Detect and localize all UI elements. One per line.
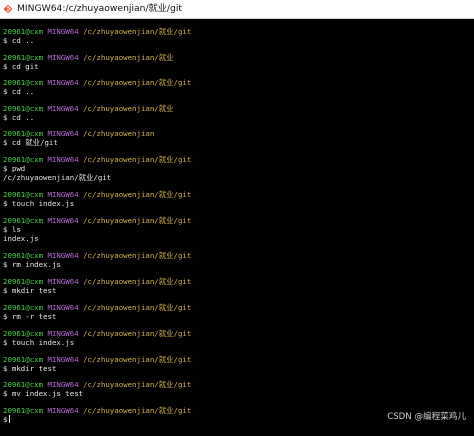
command-line: $ touch index.js — [3, 338, 75, 347]
command-line: $ rm index.js — [3, 260, 61, 269]
command-line: $ ls — [3, 225, 21, 234]
prompt-host: MINGW64 — [47, 251, 79, 260]
prompt-user: 20961@cxm — [3, 129, 44, 138]
prompt-path: /c/zhuyaowenjian/就业/git — [83, 355, 192, 364]
prompt-host: MINGW64 — [47, 303, 79, 312]
window-title: MINGW64:/c/zhuyaowenjian/就业/git — [17, 3, 182, 14]
prompt-path: /c/zhuyaowenjian/就业/git — [83, 78, 192, 87]
prompt-host: MINGW64 — [47, 129, 79, 138]
prompt-user: 20961@cxm — [3, 329, 44, 338]
prompt-user: 20961@cxm — [3, 303, 44, 312]
prompt-user: 20961@cxm — [3, 155, 44, 164]
prompt-line: 20961@cxm MINGW64 /c/zhuyaowenjian/就业/gi… — [3, 277, 191, 286]
prompt-line: 20961@cxm MINGW64 /c/zhuyaowenjian/就业/gi… — [3, 155, 191, 164]
command-line: $ mv index.js test — [3, 389, 84, 398]
prompt-path: /c/zhuyaowenjian/就业/git — [83, 406, 192, 415]
prompt-user: 20961@cxm — [3, 406, 44, 415]
active-prompt-line[interactable]: $ — [3, 415, 11, 424]
command-line: $ cd .. — [3, 36, 35, 45]
prompt-host: MINGW64 — [47, 104, 79, 113]
git-bash-icon — [3, 4, 13, 14]
prompt-path: /c/zhuyaowenjian/就业 — [83, 104, 174, 113]
prompt-path: /c/zhuyaowenjian/就业/git — [83, 27, 192, 36]
prompt-user: 20961@cxm — [3, 190, 44, 199]
prompt-path: /c/zhuyaowenjian/就业/git — [83, 155, 192, 164]
command-line: $ pwd — [3, 164, 26, 173]
prompt-line: 20961@cxm MINGW64 /c/zhuyaowenjian/就业 — [3, 53, 174, 62]
text-cursor — [9, 415, 11, 423]
prompt-path: /c/zhuyaowenjian/就业/git — [83, 329, 192, 338]
prompt-host: MINGW64 — [47, 78, 79, 87]
prompt-user: 20961@cxm — [3, 78, 44, 87]
command-line: $ cd .. — [3, 113, 35, 122]
prompt-line: 20961@cxm MINGW64 /c/zhuyaowenjian/就业/gi… — [3, 355, 191, 364]
prompt-host: MINGW64 — [47, 27, 79, 36]
prompt-host: MINGW64 — [47, 406, 79, 415]
command-output: /c/zhuyaowenjian/就业/git — [3, 173, 112, 182]
prompt-path: /c/zhuyaowenjian/就业/git — [83, 380, 192, 389]
command-line: $ cd git — [3, 62, 39, 71]
prompt-user: 20961@cxm — [3, 251, 44, 260]
prompt-host: MINGW64 — [47, 355, 79, 364]
command-line: $ mkdir test — [3, 364, 57, 373]
prompt-host: MINGW64 — [47, 53, 79, 62]
prompt-user: 20961@cxm — [3, 27, 44, 36]
prompt-line: 20961@cxm MINGW64 /c/zhuyaowenjian/就业/gi… — [3, 216, 191, 225]
prompt-path: /c/zhuyaowenjian — [83, 129, 155, 138]
prompt-line: 20961@cxm MINGW64 /c/zhuyaowenjian/就业/gi… — [3, 78, 191, 87]
prompt-path: /c/zhuyaowenjian/就业/git — [83, 251, 192, 260]
prompt-line: 20961@cxm MINGW64 /c/zhuyaowenjian/就业 — [3, 104, 174, 113]
command-line: $ cd .. — [3, 87, 35, 96]
watermark: CSDN @编程菜鸡儿 — [387, 412, 466, 422]
command-output: index.js — [3, 234, 39, 243]
prompt-host: MINGW64 — [47, 216, 79, 225]
prompt-path: /c/zhuyaowenjian/就业/git — [83, 190, 192, 199]
command-line: $ rm -r test — [3, 312, 57, 321]
terminal-area[interactable]: 20961@cxm MINGW64 /c/zhuyaowenjian/就业/gi… — [0, 22, 474, 436]
command-line: $ touch index.js — [3, 199, 75, 208]
prompt-line: 20961@cxm MINGW64 /c/zhuyaowenjian/就业/gi… — [3, 251, 191, 260]
title-bar[interactable]: MINGW64:/c/zhuyaowenjian/就业/git — [0, 0, 474, 19]
prompt-user: 20961@cxm — [3, 53, 44, 62]
prompt-host: MINGW64 — [47, 155, 79, 164]
prompt-host: MINGW64 — [47, 190, 79, 199]
prompt-path: /c/zhuyaowenjian/就业/git — [83, 277, 192, 286]
prompt-host: MINGW64 — [47, 329, 79, 338]
prompt-host: MINGW64 — [47, 380, 79, 389]
prompt-path: /c/zhuyaowenjian/就业/git — [83, 216, 192, 225]
prompt-line: 20961@cxm MINGW64 /c/zhuyaowenjian/就业/gi… — [3, 406, 191, 415]
prompt-user: 20961@cxm — [3, 104, 44, 113]
prompt-line: 20961@cxm MINGW64 /c/zhuyaowenjian/就业/gi… — [3, 190, 191, 199]
prompt-line: 20961@cxm MINGW64 /c/zhuyaowenjian — [3, 129, 154, 138]
command-line: $ cd 就业/git — [3, 138, 58, 147]
terminal-window: MINGW64:/c/zhuyaowenjian/就业/git 20961@cx… — [0, 0, 474, 436]
prompt-line: 20961@cxm MINGW64 /c/zhuyaowenjian/就业/gi… — [3, 27, 191, 36]
command-line: $ — [3, 415, 8, 424]
prompt-user: 20961@cxm — [3, 380, 44, 389]
prompt-user: 20961@cxm — [3, 216, 44, 225]
prompt-user: 20961@cxm — [3, 277, 44, 286]
command-line: $ mkdir test — [3, 286, 57, 295]
prompt-line: 20961@cxm MINGW64 /c/zhuyaowenjian/就业/gi… — [3, 303, 191, 312]
prompt-line: 20961@cxm MINGW64 /c/zhuyaowenjian/就业/gi… — [3, 380, 191, 389]
prompt-user: 20961@cxm — [3, 355, 44, 364]
prompt-host: MINGW64 — [47, 277, 79, 286]
prompt-path: /c/zhuyaowenjian/就业 — [83, 53, 174, 62]
prompt-path: /c/zhuyaowenjian/就业/git — [83, 303, 192, 312]
prompt-line: 20961@cxm MINGW64 /c/zhuyaowenjian/就业/gi… — [3, 329, 191, 338]
